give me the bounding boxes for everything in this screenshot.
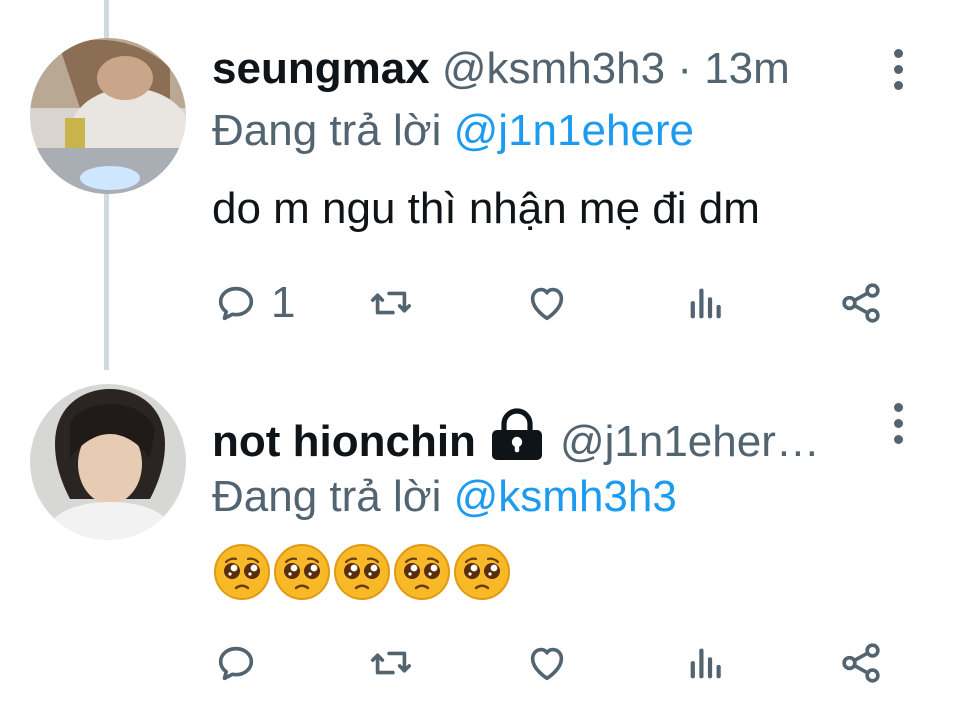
reply-icon: [213, 280, 259, 326]
heart-icon: [524, 640, 570, 686]
timestamp[interactable]: 13m: [704, 44, 790, 93]
pleading-face-emoji: [212, 542, 272, 602]
replying-to: Đang trả lời @ksmh3h3: [212, 472, 677, 522]
separator-dot: ·: [677, 44, 692, 93]
like-button[interactable]: [524, 640, 570, 686]
replying-to-mention[interactable]: @ksmh3h3: [454, 472, 677, 521]
pleading-face-emoji: [452, 542, 512, 602]
display-name[interactable]: seungmax: [212, 44, 430, 93]
avatar-image: [30, 384, 186, 540]
replying-to-label: Đang trả lời: [212, 472, 442, 521]
retweet-button[interactable]: [368, 640, 414, 686]
more-vertical-icon[interactable]: [880, 44, 916, 94]
like-button[interactable]: [524, 280, 570, 326]
analytics-icon: [683, 280, 729, 326]
tweet[interactable]: seungmax @ksmh3h3 · 13m Đang trả lời @j1…: [0, 0, 960, 370]
tweet-header: seungmax @ksmh3h3 · 13m: [212, 44, 790, 94]
pleading-face-emoji: [272, 542, 332, 602]
lock-icon: [488, 408, 546, 471]
share-button[interactable]: [838, 280, 884, 326]
share-button[interactable]: [838, 640, 884, 686]
share-icon: [838, 640, 884, 686]
tweet-header: not hionchin @j1n1eher…: [212, 408, 820, 471]
heart-icon: [524, 280, 570, 326]
tweet[interactable]: not hionchin @j1n1eher… Đang trả lời @ksm…: [0, 370, 960, 709]
replying-to-label: Đang trả lời: [212, 106, 442, 155]
retweet-button[interactable]: [368, 280, 414, 326]
reply-button[interactable]: 1: [213, 280, 295, 326]
username[interactable]: @j1n1eher…: [560, 417, 820, 466]
retweet-icon: [368, 280, 414, 326]
replying-to-mention[interactable]: @j1n1ehere: [454, 106, 694, 155]
reply-count: 1: [271, 278, 296, 327]
username[interactable]: @ksmh3h3: [442, 44, 665, 93]
pleading-face-emoji: [332, 542, 392, 602]
replying-to: Đang trả lời @j1n1ehere: [212, 106, 694, 156]
reply-icon: [213, 640, 259, 686]
pleading-face-emoji: [392, 542, 452, 602]
views-button[interactable]: [683, 280, 729, 326]
reply-button[interactable]: [213, 640, 259, 686]
tweet-text: do m ngu thì nhận mẹ đi dm: [212, 184, 760, 233]
analytics-icon: [683, 640, 729, 686]
avatar-image: [30, 38, 186, 194]
views-button[interactable]: [683, 640, 729, 686]
retweet-icon: [368, 640, 414, 686]
avatar[interactable]: [30, 38, 186, 194]
more-vertical-icon[interactable]: [880, 398, 916, 448]
avatar[interactable]: [30, 384, 186, 540]
tweet-emoji-row: [212, 542, 512, 602]
share-icon: [838, 280, 884, 326]
display-name[interactable]: not hionchin: [212, 417, 476, 466]
